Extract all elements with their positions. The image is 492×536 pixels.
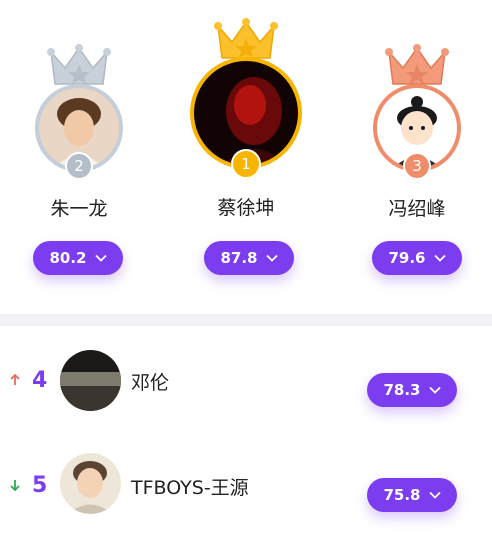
score-dropdown-rank-3[interactable]: 79.6 xyxy=(372,241,462,275)
avatar-ring: 1 xyxy=(190,57,302,179)
rank-number: 1 xyxy=(241,155,251,173)
avatar xyxy=(60,350,121,411)
score-dropdown[interactable]: 78.3 xyxy=(367,373,457,407)
list-item[interactable]: 5 TFBOYS-王源 75.8 xyxy=(0,435,492,535)
celebrity-name: TFBOYS-王源 xyxy=(131,477,249,499)
celebrity-name: 蔡徐坤 xyxy=(217,197,275,219)
trend-down-arrow-icon xyxy=(10,480,20,491)
score-value: 75.8 xyxy=(383,486,421,504)
trend-up-arrow-icon xyxy=(10,374,20,385)
rank-badge: 2 xyxy=(65,152,93,180)
rank-number: 4 xyxy=(32,368,48,393)
celebrity-name: 邓伦 xyxy=(131,372,170,394)
podium-slot-3[interactable]: 3 冯绍峰 xyxy=(371,44,463,221)
celebrity-name: 朱一龙 xyxy=(50,198,108,220)
list-item[interactable]: 4 邓伦 78.3 xyxy=(0,330,492,430)
celebrity-name: 冯绍峰 xyxy=(388,198,446,220)
chevron-down-icon xyxy=(428,386,441,394)
score-dropdown[interactable]: 75.8 xyxy=(367,478,457,512)
top-three-podium: 2 朱一龙 1 蔡徐坤 3 冯绍峰 80.2 87.8 79.6 xyxy=(0,0,492,312)
rank-badge: 1 xyxy=(231,149,261,179)
avatar xyxy=(60,453,121,514)
gold-crown-icon xyxy=(214,18,278,59)
avatar-ring: 3 xyxy=(373,84,461,180)
section-divider xyxy=(0,314,492,326)
score-value: 78.3 xyxy=(383,381,421,399)
score-dropdown-rank-1[interactable]: 87.8 xyxy=(204,241,294,275)
rank-number: 5 xyxy=(32,473,48,498)
chevron-down-icon xyxy=(94,254,107,262)
podium-slot-2[interactable]: 2 朱一龙 xyxy=(33,44,125,221)
bronze-crown-icon xyxy=(385,44,449,85)
chevron-down-icon xyxy=(265,254,278,262)
silver-crown-icon xyxy=(47,44,111,85)
score-dropdown-rank-2[interactable]: 80.2 xyxy=(33,241,123,275)
score-value: 80.2 xyxy=(49,249,87,267)
score-value: 87.8 xyxy=(220,249,258,267)
score-value: 79.6 xyxy=(388,249,426,267)
chevron-down-icon xyxy=(428,491,441,499)
avatar-ring: 2 xyxy=(35,84,123,180)
chevron-down-icon xyxy=(433,254,446,262)
rank-number: 3 xyxy=(412,157,422,175)
rank-number: 2 xyxy=(74,157,84,175)
podium-slot-1[interactable]: 1 蔡徐坤 xyxy=(190,18,302,220)
rank-badge: 3 xyxy=(403,152,431,180)
